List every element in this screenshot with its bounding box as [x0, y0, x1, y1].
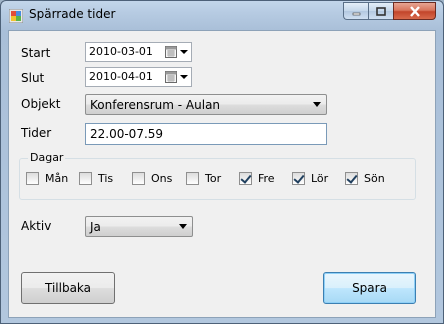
chevron-down-icon [313, 102, 321, 107]
day-label: Sön [364, 172, 385, 185]
calendar-icon [165, 71, 177, 83]
minimize-icon [352, 12, 360, 15]
checkbox-box[interactable] [132, 172, 145, 185]
close-icon [409, 5, 420, 17]
start-date-value: 2010-03-01 [89, 45, 153, 58]
window-title: Spärrade tider [29, 7, 116, 21]
chevron-down-icon [180, 50, 188, 54]
dialog-window: Spärrade tider Start 2010-03-01 Slut 201… [0, 0, 444, 324]
objekt-combobox[interactable]: Konferensrum - Aulan [85, 94, 327, 115]
chevron-down-icon [179, 224, 187, 229]
checkbox-box[interactable] [26, 172, 39, 185]
aktiv-value: Ja [90, 220, 101, 234]
tider-label: Tider [21, 126, 52, 140]
slut-date-value: 2010-04-01 [89, 70, 153, 83]
day-label: Lör [311, 172, 329, 185]
chevron-down-icon [180, 75, 188, 79]
start-label: Start [21, 46, 51, 60]
dagar-group-label: Dagar [28, 151, 66, 164]
day-checkbox-tis[interactable]: Tis [79, 172, 113, 185]
maximize-icon [376, 6, 386, 16]
dialog-client-area: Start 2010-03-01 Slut 2010-04-01 Objekt … [8, 30, 436, 318]
day-checkbox-tor[interactable]: Tor [186, 172, 221, 185]
day-checkbox-lor[interactable]: Lör [292, 172, 328, 185]
start-date-picker[interactable]: 2010-03-01 [85, 42, 192, 62]
app-window-icon [9, 9, 23, 23]
objekt-value: Konferensrum - Aulan [90, 98, 221, 112]
day-label: Fre [258, 172, 275, 185]
day-checkbox-fre[interactable]: Fre [239, 172, 275, 185]
tider-input[interactable]: 22.00-07.59 [85, 123, 327, 145]
day-label: Tis [98, 172, 114, 185]
tider-value: 22.00-07.59 [90, 127, 164, 141]
day-label: Tor [205, 172, 222, 185]
maximize-button[interactable] [368, 2, 393, 20]
minimize-button[interactable] [343, 2, 368, 20]
dagar-groupbox: Dagar Mån Tis Ons Tor Fre Lör Sön [19, 151, 416, 200]
save-button[interactable]: Spara [323, 272, 416, 304]
day-checkbox-ons[interactable]: Ons [132, 172, 172, 185]
objekt-label: Objekt [21, 97, 61, 111]
day-label: Mån [45, 172, 69, 185]
aktiv-combobox[interactable]: Ja [85, 216, 193, 237]
slut-label: Slut [21, 71, 45, 85]
day-checkbox-son[interactable]: Sön [345, 172, 385, 185]
checkbox-box[interactable] [345, 172, 358, 185]
calendar-icon [165, 46, 177, 58]
aktiv-label: Aktiv [21, 219, 52, 233]
slut-date-picker[interactable]: 2010-04-01 [85, 67, 192, 87]
checkbox-box[interactable] [186, 172, 199, 185]
day-label: Ons [151, 172, 173, 185]
checkbox-box[interactable] [239, 172, 252, 185]
close-button[interactable] [393, 2, 436, 20]
back-button[interactable]: Tillbaka [21, 272, 115, 304]
checkbox-box[interactable] [79, 172, 92, 185]
day-checkbox-man[interactable]: Mån [26, 172, 68, 185]
checkbox-box[interactable] [292, 172, 305, 185]
title-bar: Spärrade tider [1, 1, 443, 31]
